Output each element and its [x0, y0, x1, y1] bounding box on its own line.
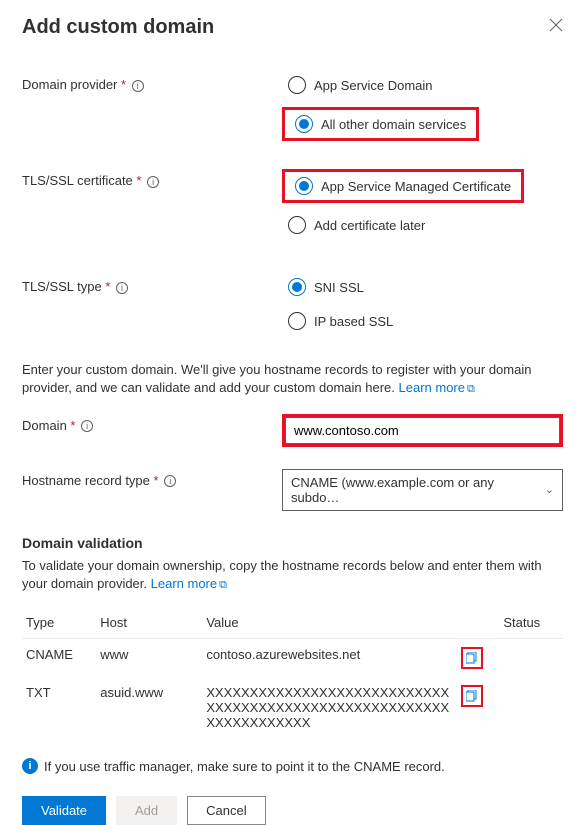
domain-description: Enter your custom domain. We'll give you…: [22, 361, 563, 398]
domain-label: Domain * i: [22, 414, 282, 433]
info-icon[interactable]: i: [81, 420, 93, 432]
hostname-type-label: Hostname record type * i: [22, 469, 282, 488]
close-icon[interactable]: [549, 18, 563, 35]
hostname-type-select[interactable]: CNAME (www.example.com or any subdo… ⌄: [282, 469, 563, 511]
info-icon: i: [22, 758, 38, 774]
th-type: Type: [22, 607, 96, 639]
table-row: CNAME www contoso.azurewebsites.net: [22, 639, 563, 678]
th-host: Host: [96, 607, 202, 639]
domain-provider-label: Domain provider * i: [22, 73, 282, 92]
th-status: Status: [499, 607, 563, 639]
learn-more-link[interactable]: Learn more⧉: [399, 380, 475, 395]
tls-cert-label: TLS/SSL certificate * i: [22, 169, 282, 188]
info-note: i If you use traffic manager, make sure …: [22, 758, 563, 774]
tls-type-label: TLS/SSL type * i: [22, 275, 282, 294]
th-value: Value: [202, 607, 457, 639]
external-link-icon: ⧉: [219, 578, 227, 593]
add-button: Add: [116, 796, 177, 825]
page-title: Add custom domain: [22, 16, 563, 39]
radio-add-cert-later[interactable]: Add certificate later: [282, 213, 563, 237]
table-row: TXT asuid.www XXXXXXXXXXXXXXXXXXXXXXXXXX…: [22, 677, 563, 738]
domain-input[interactable]: [285, 417, 560, 444]
external-link-icon: ⧉: [467, 382, 475, 397]
radio-all-other-domain[interactable]: All other domain services: [289, 112, 472, 136]
validate-button[interactable]: Validate: [22, 796, 106, 825]
info-icon[interactable]: i: [116, 282, 128, 294]
domain-validation-text: To validate your domain ownership, copy …: [22, 557, 563, 594]
radio-managed-cert[interactable]: App Service Managed Certificate: [289, 174, 517, 198]
copy-button[interactable]: [461, 685, 483, 707]
radio-sni-ssl[interactable]: SNI SSL: [282, 275, 563, 299]
info-icon[interactable]: i: [164, 475, 176, 487]
learn-more-link-2[interactable]: Learn more⧉: [151, 576, 227, 591]
cancel-button[interactable]: Cancel: [187, 796, 265, 825]
copy-button[interactable]: [461, 647, 483, 669]
info-icon[interactable]: i: [132, 80, 144, 92]
radio-ip-ssl[interactable]: IP based SSL: [282, 309, 563, 333]
radio-app-service-domain[interactable]: App Service Domain: [282, 73, 563, 97]
info-icon[interactable]: i: [147, 176, 159, 188]
domain-validation-heading: Domain validation: [22, 535, 563, 551]
records-table: Type Host Value Status CNAME www contoso…: [22, 607, 563, 738]
chevron-down-icon: ⌄: [545, 483, 554, 496]
